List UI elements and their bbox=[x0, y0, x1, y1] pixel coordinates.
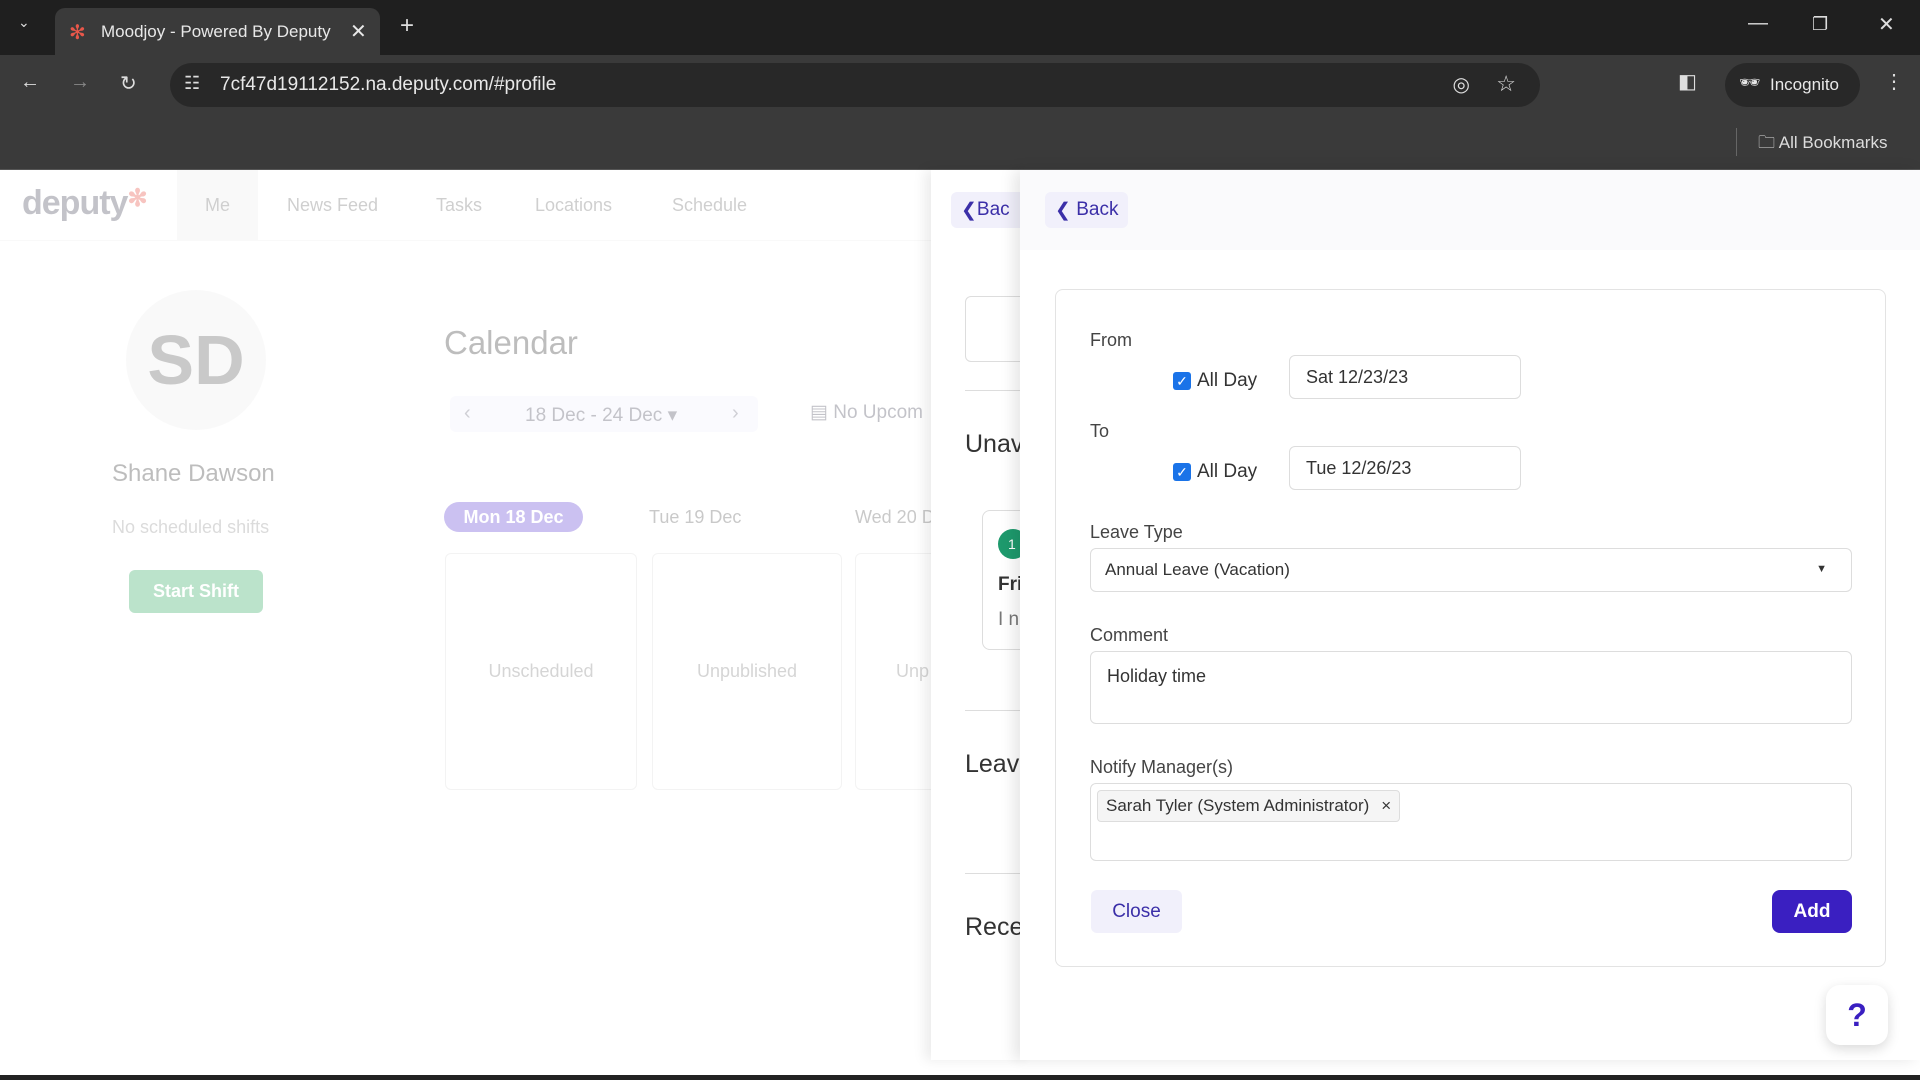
url-text: 7cf47d19112152.na.deputy.com/#profile bbox=[220, 74, 557, 95]
folder-icon: 🗀 bbox=[1758, 133, 1779, 152]
incognito-icon: 🕶 bbox=[1739, 73, 1761, 92]
bookmark-star-icon[interactable]: ☆ bbox=[1496, 71, 1516, 97]
avatar: SD bbox=[126, 290, 266, 430]
day-tab-tue[interactable]: Tue 19 Dec bbox=[649, 507, 741, 528]
top-nav: deputy✻ Me News Feed Tasks Locations Sch… bbox=[0, 170, 931, 241]
checkbox-checked-icon: ✓ bbox=[1173, 463, 1191, 481]
remove-icon[interactable]: × bbox=[1381, 796, 1391, 816]
comment-label: Comment bbox=[1090, 625, 1169, 645]
checkbox-checked-icon: ✓ bbox=[1173, 372, 1191, 390]
deputy-logo: deputy✻ bbox=[22, 184, 148, 222]
deputy-favicon-icon: ✻ bbox=[69, 22, 86, 44]
week-range[interactable]: 18 Dec - 24 Dec ▾ bbox=[525, 404, 677, 427]
add-leave-panel: ❮ Back From ✓ All Day Sat 12/23/23 To ✓ Al… bbox=[1020, 170, 1920, 1060]
day-tab-wed[interactable]: Wed 20 D bbox=[855, 507, 931, 528]
nav-tasks[interactable]: Tasks bbox=[436, 170, 482, 241]
leave-type-select[interactable]: Annual Leave (Vacation) ▼ bbox=[1090, 548, 1852, 592]
from-label: From bbox=[1090, 330, 1132, 350]
from-date-input[interactable]: Sat 12/23/23 bbox=[1289, 355, 1521, 399]
browser-tab[interactable]: ✻ Moodjoy - Powered By Deputy ✕ bbox=[55, 8, 380, 55]
bookmarks-bar: 🗀 All Bookmarks bbox=[0, 116, 1920, 170]
close-window-icon[interactable]: ✕ bbox=[1878, 12, 1895, 37]
incognito-indicator[interactable]: 🕶 Incognito bbox=[1725, 63, 1860, 107]
restore-icon[interactable]: ❐ bbox=[1812, 14, 1828, 35]
chevron-left-icon: ❮ bbox=[1055, 199, 1077, 221]
browser-tab-strip: ⌄ ✻ Moodjoy - Powered By Deputy ✕ + — ❐ … bbox=[0, 0, 1920, 55]
nav-locations[interactable]: Locations bbox=[535, 170, 612, 241]
managers-input[interactable]: Sarah Tyler (System Administrator) × bbox=[1090, 783, 1852, 861]
item-text: I n bbox=[998, 609, 1020, 630]
section-recent: Rece bbox=[965, 913, 1024, 941]
minimize-icon[interactable]: — bbox=[1748, 12, 1768, 35]
leave-form: From ✓ All Day Sat 12/23/23 To ✓ All Day T… bbox=[1055, 289, 1886, 967]
nav-news-feed[interactable]: News Feed bbox=[287, 170, 378, 241]
day-column: Unpublished bbox=[652, 553, 842, 790]
help-button[interactable]: ? bbox=[1826, 985, 1888, 1045]
nav-me[interactable]: Me bbox=[177, 170, 258, 241]
profile-name: Shane Dawson bbox=[112, 460, 275, 487]
leave-panel: ❮ Bac Unav 1 Fri I n Leave Rece bbox=[931, 170, 1031, 1060]
start-shift-button[interactable]: Start Shift bbox=[129, 570, 263, 613]
reload-icon[interactable]: ↻ bbox=[120, 71, 137, 96]
side-panel-icon[interactable]: ◧ bbox=[1678, 69, 1697, 94]
new-tab-icon[interactable]: + bbox=[400, 12, 414, 40]
shift-status: No scheduled shifts bbox=[112, 517, 270, 537]
bottom-edge bbox=[0, 1075, 1920, 1080]
bookmarks-label: All Bookmarks bbox=[1778, 133, 1888, 152]
day-tab-mon[interactable]: Mon 18 Dec bbox=[444, 502, 583, 532]
calendar-title: Calendar bbox=[444, 324, 578, 361]
week-nav: ‹ 18 Dec - 24 Dec ▾ › bbox=[450, 396, 758, 432]
site-settings-icon[interactable]: ☷ bbox=[184, 73, 200, 94]
from-all-day-checkbox[interactable]: ✓ All Day bbox=[1173, 370, 1257, 392]
prev-week-icon[interactable]: ‹ bbox=[464, 402, 471, 425]
browser-toolbar: ← → ↻ ☷ 7cf47d19112152.na.deputy.com/#pr… bbox=[0, 55, 1920, 116]
caret-down-icon: ▼ bbox=[1816, 563, 1827, 575]
address-bar[interactable]: ☷ 7cf47d19112152.na.deputy.com/#profile … bbox=[170, 63, 1540, 107]
add-button[interactable]: Add bbox=[1772, 890, 1852, 933]
section-unavailability: Unav bbox=[965, 430, 1024, 458]
profile-label: Incognito bbox=[1770, 75, 1839, 94]
tab-title: Moodjoy - Powered By Deputy bbox=[101, 21, 331, 41]
back-button[interactable]: ❮ Bac bbox=[951, 192, 1031, 228]
eye-off-icon[interactable]: ◎ bbox=[1453, 72, 1470, 97]
menu-icon[interactable]: ⋮ bbox=[1884, 69, 1904, 94]
item-day: Fri bbox=[998, 574, 1023, 595]
nav-schedule[interactable]: Schedule bbox=[672, 170, 747, 241]
to-date-input[interactable]: Tue 12/26/23 bbox=[1289, 446, 1521, 490]
day-column: Unscheduled bbox=[445, 553, 637, 790]
upcoming-button[interactable]: ▤ No Upcom bbox=[810, 401, 923, 424]
divider bbox=[1736, 128, 1737, 156]
calendar-icon: ▤ bbox=[810, 402, 834, 423]
comment-textarea[interactable]: Holiday time bbox=[1090, 651, 1852, 724]
back-icon[interactable]: ← bbox=[20, 71, 40, 94]
close-tab-icon[interactable]: ✕ bbox=[350, 19, 367, 44]
manager-chip: Sarah Tyler (System Administrator) × bbox=[1097, 790, 1401, 822]
panel-header bbox=[1020, 170, 1920, 250]
next-week-icon[interactable]: › bbox=[732, 402, 739, 425]
chevron-left-icon: ❮ bbox=[961, 199, 977, 221]
to-label: To bbox=[1090, 421, 1110, 441]
notify-label: Notify Manager(s) bbox=[1090, 757, 1234, 777]
close-button[interactable]: Close bbox=[1091, 890, 1182, 933]
back-button[interactable]: ❮ Back bbox=[1045, 192, 1129, 228]
forward-icon[interactable]: → bbox=[70, 71, 90, 94]
leave-type-label: Leave Type bbox=[1090, 522, 1183, 542]
all-bookmarks-button[interactable]: 🗀 All Bookmarks bbox=[1758, 130, 1887, 159]
to-all-day-checkbox[interactable]: ✓ All Day bbox=[1173, 461, 1257, 483]
tab-search-icon[interactable]: ⌄ bbox=[18, 14, 30, 31]
